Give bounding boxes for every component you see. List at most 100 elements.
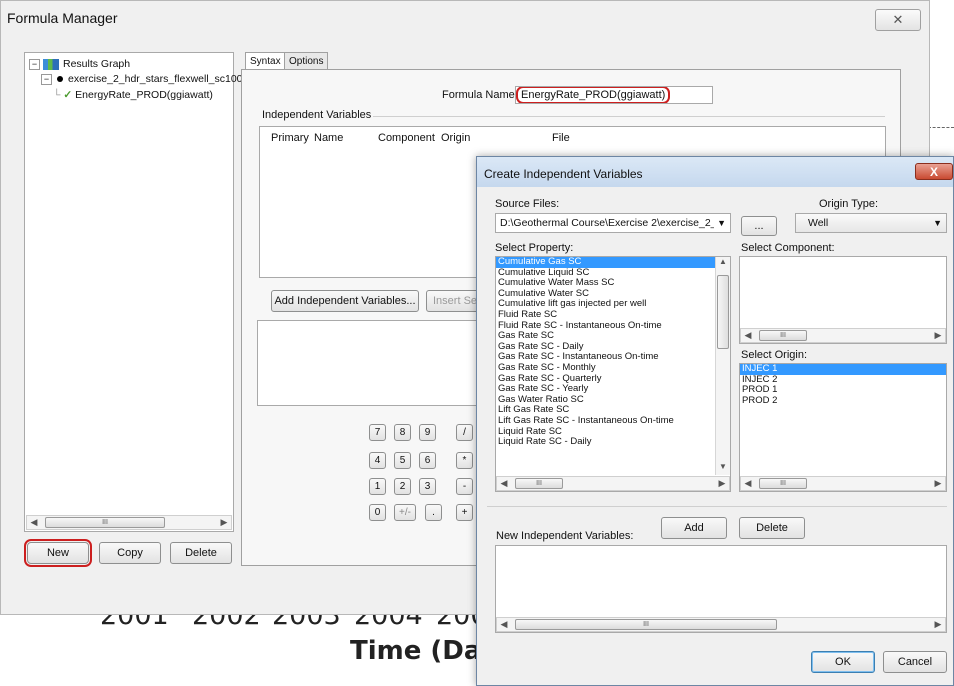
scroll-up-icon[interactable]: ▲ <box>716 257 730 270</box>
key-plus-minus[interactable]: +/- <box>394 504 416 521</box>
source-files-label: Source Files: <box>495 198 560 210</box>
column-header[interactable]: Primary <box>271 132 309 144</box>
new-iv-horizontal-scrollbar[interactable]: ◀ III ▶ <box>496 617 946 632</box>
key-divide[interactable]: / <box>456 424 473 441</box>
add-button[interactable]: Add <box>661 517 727 539</box>
origin-type-select[interactable]: Well ▼ <box>795 213 947 233</box>
key-8[interactable]: 8 <box>394 424 411 441</box>
origin-list-item[interactable]: PROD 2 <box>740 395 946 407</box>
origin-type-value: Well <box>808 217 829 229</box>
key-1[interactable]: 1 <box>369 478 386 495</box>
close-button[interactable]: ✕ <box>875 9 921 31</box>
copy-button[interactable]: Copy <box>99 542 161 564</box>
add-independent-variables-button[interactable]: Add Independent Variables... <box>271 290 419 312</box>
dialog-close-button[interactable]: X <box>915 163 953 180</box>
tree-item-formula[interactable]: └ ✓ EnergyRate_PROD(ggiawatt) <box>53 87 213 103</box>
property-list-item[interactable]: Cumulative Gas SC <box>496 257 730 268</box>
bullet-icon <box>57 76 63 83</box>
origin-items: INJEC 1 INJEC 2 PROD 1 PROD 2 <box>740 364 946 406</box>
scroll-right-icon[interactable]: ▶ <box>715 477 729 490</box>
property-vertical-scrollbar[interactable]: ▲ ▼ <box>715 257 730 475</box>
key-2[interactable]: 2 <box>394 478 411 495</box>
new-button[interactable]: New <box>24 539 92 567</box>
select-origin-label: Select Origin: <box>741 349 808 361</box>
scroll-thumb[interactable]: III <box>515 478 563 489</box>
origin-horizontal-scrollbar[interactable]: ◀ III ▶ <box>740 476 946 491</box>
collapse-icon[interactable]: − <box>41 73 52 85</box>
scroll-thumb[interactable]: III <box>45 517 165 528</box>
select-property-label: Select Property: <box>495 242 574 254</box>
collapse-icon[interactable]: − <box>29 58 40 70</box>
independent-variables-label: Independent Variables <box>262 109 372 121</box>
new-independent-variables-label: New Independent Variables: <box>496 530 634 542</box>
property-horizontal-scrollbar[interactable]: ◀ III ▶ <box>496 476 730 491</box>
graph-icon <box>43 58 59 70</box>
background-chart-dashed-line <box>928 127 954 128</box>
formula-name-value: EnergyRate_PROD(ggiawatt) <box>516 87 671 103</box>
scroll-left-icon[interactable]: ◀ <box>497 477 511 490</box>
key-6[interactable]: 6 <box>419 452 436 469</box>
window-title: Formula Manager <box>7 10 118 26</box>
origin-list-item[interactable]: INJEC 1 <box>740 364 946 375</box>
column-header[interactable]: Origin <box>441 132 470 144</box>
formula-name-input[interactable]: EnergyRate_PROD(ggiawatt) <box>515 86 713 104</box>
property-list-item[interactable]: Fluid Rate SC <box>496 309 730 321</box>
scroll-thumb[interactable]: III <box>759 478 807 489</box>
formula-name-label: Formula Name: <box>442 89 518 101</box>
key-minus[interactable]: - <box>456 478 473 495</box>
divider <box>487 506 947 507</box>
delete-button[interactable]: Delete <box>739 517 805 539</box>
scroll-down-icon[interactable]: ▼ <box>716 462 730 475</box>
cancel-button[interactable]: Cancel <box>883 651 947 673</box>
component-list[interactable]: ◀ III ▶ <box>739 256 947 344</box>
key-5[interactable]: 5 <box>394 452 411 469</box>
origin-list[interactable]: INJEC 1 INJEC 2 PROD 1 PROD 2 ◀ III ▶ <box>739 363 947 492</box>
scroll-thumb[interactable]: III <box>515 619 777 630</box>
scroll-left-icon[interactable]: ◀ <box>27 516 41 529</box>
scroll-left-icon[interactable]: ◀ <box>741 329 755 342</box>
scroll-right-icon[interactable]: ▶ <box>217 516 231 529</box>
scroll-left-icon[interactable]: ◀ <box>497 618 511 631</box>
scroll-thumb[interactable]: III <box>759 330 807 341</box>
scroll-thumb[interactable] <box>717 275 729 349</box>
formula-expression-editor[interactable] <box>257 320 487 406</box>
column-header[interactable]: Component <box>378 132 435 144</box>
property-list-item[interactable]: Gas Rate SC - Monthly <box>496 362 730 374</box>
key-plus[interactable]: + <box>456 504 473 521</box>
scroll-left-icon[interactable]: ◀ <box>741 477 755 490</box>
ok-button[interactable]: OK <box>811 651 875 673</box>
tree-item-dataset[interactable]: − exercise_2_hdr_stars_flexwell_sc100. <box>41 71 245 87</box>
insert-button[interactable]: Insert Se <box>426 290 481 312</box>
tree-horizontal-scrollbar[interactable]: ◀ III ▶ <box>26 515 232 530</box>
delete-button[interactable]: Delete <box>170 542 232 564</box>
divider <box>373 116 885 117</box>
dialog-title: Create Independent Variables <box>484 167 643 181</box>
tree-item-label: Results Graph <box>63 58 131 70</box>
new-independent-variables-list[interactable]: ◀ III ▶ <box>495 545 947 633</box>
dropdown-arrow-icon: ▼ <box>933 218 942 228</box>
column-header[interactable]: Name <box>314 132 343 144</box>
key-multiply[interactable]: * <box>456 452 473 469</box>
key-9[interactable]: 9 <box>419 424 436 441</box>
component-horizontal-scrollbar[interactable]: ◀ III ▶ <box>740 328 946 343</box>
scroll-right-icon[interactable]: ▶ <box>931 329 945 342</box>
key-decimal[interactable]: . <box>425 504 442 521</box>
tree-item-results-graph[interactable]: − Results Graph <box>29 56 130 72</box>
background-chart-xlabel: Time (Dat <box>350 636 494 666</box>
property-list-item[interactable]: Lift Gas Rate SC - Instantaneous On-time <box>496 415 730 427</box>
scroll-right-icon[interactable]: ▶ <box>931 618 945 631</box>
source-files-select[interactable]: D:\Geothermal Course\Exercise 2\exercise… <box>495 213 731 233</box>
property-list[interactable]: Cumulative Gas SC Cumulative Liquid SC Cum… <box>495 256 731 492</box>
key-0[interactable]: 0 <box>369 504 386 521</box>
scroll-right-icon[interactable]: ▶ <box>931 477 945 490</box>
column-header[interactable]: File <box>552 132 570 144</box>
key-3[interactable]: 3 <box>419 478 436 495</box>
key-4[interactable]: 4 <box>369 452 386 469</box>
formula-tree[interactable]: − Results Graph − exercise_2_hdr_stars_fle… <box>24 52 245 532</box>
property-items: Cumulative Gas SC Cumulative Liquid SC Cum… <box>496 257 730 448</box>
key-7[interactable]: 7 <box>369 424 386 441</box>
dropdown-arrow-icon: ▼ <box>714 214 726 232</box>
create-independent-variables-dialog: Create Independent Variables X Source Fi… <box>476 156 954 686</box>
property-list-item[interactable]: Liquid Rate SC - Daily <box>496 436 730 448</box>
browse-button[interactable]: ... <box>741 216 777 236</box>
